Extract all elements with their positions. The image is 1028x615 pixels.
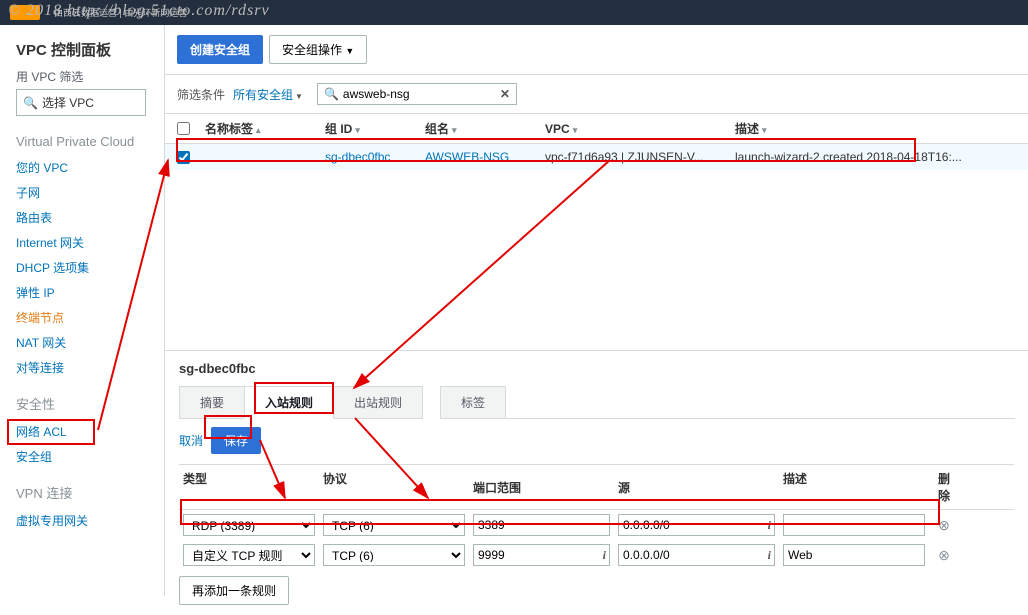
h-desc: 描述 [779,470,929,504]
rules-head: 类型 协议 端口范围 源 描述 删除 [179,464,1014,510]
row-checkbox[interactable] [177,151,190,164]
rule-src[interactable] [618,544,775,566]
rule-desc[interactable] [783,514,925,536]
col-name[interactable]: 名称标签 [205,120,261,137]
h-src: 源 [614,470,779,504]
clear-search-icon[interactable]: ✕ [500,87,510,101]
sidebar: VPC 控制面板 用 VPC 筛选 🔍 选择 VPC Virtual Priva… [0,25,165,596]
delete-rule-icon[interactable]: ⊗ [938,517,950,533]
h-type: 类型 [179,470,319,504]
rule-row: RDP (3389) TCP (6) i ⊗ [179,510,1014,540]
cell-desc: launch-wizard-2 created 2018-04-18T16:..… [735,150,1016,164]
tab-outbound[interactable]: 出站规则 [333,386,423,419]
section-vpn: VPN 连接 [16,483,164,502]
cell-vpc: vpc-f71d6a93 | ZJUNSEN-V... [545,150,735,164]
detail-pane: sg-dbec0fbc 摘要 入站规则 出站规则 标签 取消 保存 类型 协议 … [165,351,1028,615]
rule-proto[interactable]: TCP (6) [323,514,465,536]
sidebar-item-sg[interactable]: 安全组 [16,444,164,469]
tab-spacer [505,386,1015,419]
tab-tags[interactable]: 标签 [440,386,506,419]
sidebar-item-dhcp[interactable]: DHCP 选项集 [16,255,164,280]
h-port: 端口范围 [469,470,614,504]
rule-type[interactable]: RDP (3389) [183,514,315,536]
cell-id: sg-dbec0fbc [325,150,425,164]
sidebar-item-route[interactable]: 路由表 [16,205,164,230]
sidebar-item-nacl[interactable]: 网络 ACL [16,419,164,444]
sidebar-item-vgw[interactable]: 虚拟专用网关 [16,508,164,533]
search-box[interactable]: 🔍 ✕ [317,83,517,105]
info-icon[interactable]: i [768,548,771,563]
sidebar-item-igw[interactable]: Internet 网关 [16,230,164,255]
rule-port[interactable] [473,514,610,536]
tab-summary[interactable]: 摘要 [179,386,245,419]
h-proto: 协议 [319,470,469,504]
rule-proto[interactable]: TCP (6) [323,544,465,566]
search-icon: 🔍 [23,96,38,110]
add-rule-button[interactable]: 再添加一条规则 [179,576,289,605]
rule-port[interactable] [473,544,610,566]
sg-actions-button[interactable]: 安全组操作 ▼ [269,35,367,64]
search-input[interactable] [343,87,500,101]
table-row[interactable]: sg-dbec0fbc AWSWEB-NSG vpc-f71d6a93 | ZJ… [165,144,1028,170]
rule-desc[interactable] [783,544,925,566]
section-vpc: Virtual Private Cloud [16,134,164,149]
info-icon[interactable]: i [768,518,771,533]
section-security: 安全性 [16,394,164,413]
rule-src[interactable] [618,514,775,536]
save-button[interactable]: 保存 [211,427,261,454]
vpc-select-text: 选择 VPC [42,94,94,111]
filter-label: 用 VPC 筛选 [16,68,164,85]
col-vpc[interactable]: VPC [545,122,577,136]
sidebar-item-nat[interactable]: NAT 网关 [16,330,164,355]
col-gname[interactable]: 组名 [425,120,457,137]
sidebar-item-subnet[interactable]: 子网 [16,180,164,205]
delete-rule-icon[interactable]: ⊗ [938,547,950,563]
cell-name [205,150,325,164]
sidebar-item-eip[interactable]: 弹性 IP [16,280,164,305]
select-all[interactable] [177,122,190,135]
main-pane: 创建安全组 安全组操作 ▼ 筛选条件 所有安全组 🔍 ✕ 名称标签 组 ID 组… [165,25,1028,596]
sidebar-title: VPC 控制面板 [16,39,164,60]
info-icon[interactable]: i [603,548,606,563]
toolbar: 创建安全组 安全组操作 ▼ [165,25,1028,75]
rule-row: 自定义 TCP 规则 TCP (6) i i ⊗ [179,540,1014,570]
detail-title: sg-dbec0fbc [179,361,1014,376]
sidebar-item-peer[interactable]: 对等连接 [16,355,164,380]
create-sg-button[interactable]: 创建安全组 [177,35,263,64]
tabs: 摘要 入站规则 出站规则 标签 [179,386,1014,419]
filter-bar: 筛选条件 所有安全组 🔍 ✕ [165,75,1028,114]
col-id[interactable]: 组 ID [325,120,360,137]
watermark: © 2018 http://blog.51cto.com/rdsrv [8,2,270,20]
tab-inbound[interactable]: 入站规则 [244,386,334,419]
h-del: 删除 [929,470,959,504]
cancel-button[interactable]: 取消 [179,432,203,449]
rule-type[interactable]: 自定义 TCP 规则 [183,544,315,566]
sidebar-item-endpoint[interactable]: 终端节点 [16,305,164,330]
cell-gname: AWSWEB-NSG [425,150,545,164]
sidebar-item-your-vpc[interactable]: 您的 VPC [16,155,164,180]
search-icon: 🔍 [324,87,339,101]
table-head: 名称标签 组 ID 组名 VPC 描述 [165,114,1028,144]
filter-label-2: 筛选条件 [177,86,225,103]
vpc-select[interactable]: 🔍 选择 VPC [16,89,146,116]
col-desc[interactable]: 描述 [735,120,767,137]
filter-select[interactable]: 所有安全组 [233,86,303,103]
